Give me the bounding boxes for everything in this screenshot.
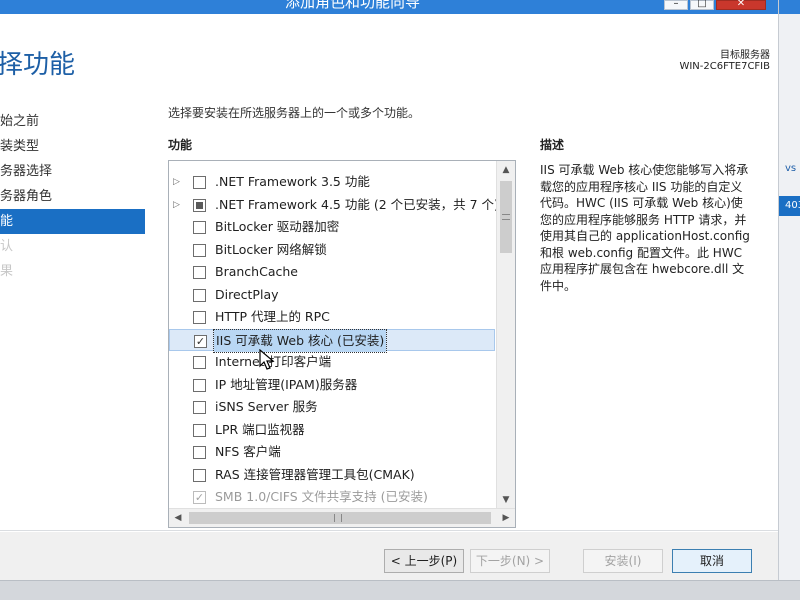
taskbar	[0, 580, 800, 600]
scroll-left-icon[interactable]: ◀	[169, 509, 187, 527]
feature-row[interactable]: ▷ .NET Framework 4.5 功能 (2 个已安装，共 7 个)	[169, 194, 499, 217]
description-heading: 描述	[540, 138, 565, 152]
feature-row[interactable]: ✓ SMB 1.0/CIFS 文件共享支持 (已安装)	[169, 486, 495, 509]
window-title: 添加角色和功能向导	[285, 0, 421, 11]
feature-checkbox[interactable]	[193, 288, 206, 302]
feature-label: RAS 连接管理器管理工具包(CMAK)	[215, 466, 415, 482]
feature-row[interactable]: LPR 端口监视器	[169, 419, 495, 442]
feature-checkbox[interactable]: ✓	[193, 491, 206, 504]
feature-checkbox[interactable]	[193, 356, 206, 369]
feature-row[interactable]: DirectPlay	[169, 284, 495, 307]
feature-label: BitLocker 网络解锁	[215, 241, 327, 257]
feature-label: .NET Framework 3.5 功能	[215, 174, 370, 189]
feature-label: NFS 客户端	[215, 444, 281, 459]
feature-row[interactable]: ✓ IIS 可承载 Web 核心 (已安装)	[169, 328, 495, 353]
feature-row[interactable]: NFS 客户端	[169, 441, 495, 464]
background-title-bar	[779, 0, 800, 14]
features-list[interactable]: ▷ .NET Framework 3.5 功能 ▷ .NET Framework 4.…	[168, 160, 516, 528]
feature-checkbox[interactable]: ✓	[194, 334, 207, 348]
feature-checkbox[interactable]	[193, 176, 206, 189]
title-bar[interactable]: 添加角色和功能向导 – □ ✕	[0, 0, 780, 14]
feature-checkbox[interactable]	[193, 243, 206, 257]
feature-label: SMB 1.0/CIFS 文件共享支持 (已安装)	[215, 489, 428, 504]
maximize-button[interactable]: □	[690, 0, 714, 10]
features-heading: 功能	[168, 138, 193, 152]
expand-arrow-icon[interactable]: ▷	[173, 194, 183, 217]
scroll-down-icon[interactable]: ▼	[497, 491, 515, 509]
feature-row[interactable]: IP 地址管理(IPAM)服务器	[169, 374, 495, 397]
feature-label: iSNS Server 服务	[215, 399, 318, 414]
nav-item-before-you-begin[interactable]: 始之前	[0, 109, 150, 134]
nav-item-results: 果	[0, 264, 14, 279]
feature-checkbox[interactable]	[193, 311, 206, 324]
expand-arrow-icon[interactable]: ▷	[173, 171, 183, 194]
feature-row[interactable]: iSNS Server 服务	[169, 396, 495, 419]
feature-checkbox[interactable]	[193, 221, 206, 234]
install-button[interactable]: 安装(I)	[583, 549, 663, 573]
close-button[interactable]: ✕	[716, 0, 766, 10]
horizontal-scrollbar[interactable]: ◀ ▶	[169, 508, 515, 527]
feature-checkbox[interactable]	[193, 423, 206, 437]
nav-item-server-selection[interactable]: 务器选择	[0, 159, 150, 184]
nav-item-confirmation: 认	[0, 239, 14, 254]
background-selected-row: 403	[779, 196, 800, 216]
scroll-up-icon[interactable]: ▲	[497, 161, 515, 179]
features-list-rows: ▷ .NET Framework 3.5 功能 ▷ .NET Framework 4.…	[169, 171, 499, 509]
background-link-text: vs	[785, 163, 797, 174]
scroll-right-icon[interactable]: ▶	[497, 509, 515, 527]
grip-icon	[502, 214, 510, 220]
nav-item-features[interactable]: 能	[0, 209, 145, 234]
feature-row[interactable]: BitLocker 驱动器加密	[169, 216, 495, 239]
page-title: 择功能	[0, 50, 76, 80]
vertical-scroll-thumb[interactable]	[500, 181, 512, 253]
wizard-window: 择功能 目标服务器 WIN-2C6FTE7CFIB 始之前 装类型 务器选择 务…	[0, 14, 778, 594]
feature-checkbox[interactable]	[193, 401, 206, 414]
minimize-button[interactable]: –	[664, 0, 688, 10]
feature-checkbox[interactable]	[193, 446, 206, 459]
vertical-scrollbar[interactable]: ▲ ▼	[496, 161, 515, 509]
feature-checkbox[interactable]	[193, 378, 206, 392]
instruction-text: 选择要安装在所选服务器上的一个或多个功能。	[168, 106, 421, 120]
next-button[interactable]: 下一步(N) >	[470, 549, 550, 573]
feature-checkbox[interactable]	[193, 468, 206, 482]
feature-label: IP 地址管理(IPAM)服务器	[215, 376, 358, 392]
destination-server-label: 目标服务器	[720, 50, 770, 61]
nav-item-installation-type[interactable]: 装类型	[0, 134, 150, 159]
feature-row[interactable]: BranchCache	[169, 261, 495, 284]
destination-server-name: WIN-2C6FTE7CFIB	[679, 61, 770, 72]
feature-label: DirectPlay	[215, 286, 279, 302]
feature-label: HTTP 代理上的 RPC	[215, 309, 330, 324]
feature-label: BitLocker 驱动器加密	[215, 219, 340, 234]
feature-label: LPR 端口监视器	[215, 421, 305, 437]
horizontal-scroll-thumb[interactable]	[189, 512, 491, 524]
feature-label: BranchCache	[215, 264, 298, 279]
feature-row[interactable]: BitLocker 网络解锁	[169, 239, 495, 262]
feature-label: IIS 可承载 Web 核心 (已安装)	[212, 328, 388, 353]
grip-icon	[334, 514, 342, 522]
mouse-pointer-icon	[259, 349, 275, 370]
feature-row[interactable]: RAS 连接管理器管理工具包(CMAK)	[169, 464, 495, 487]
background-window-edge: vs 403	[778, 0, 800, 600]
wizard-nav: 始之前 装类型 务器选择 务器角色 能 认 果	[0, 109, 150, 284]
feature-checkbox[interactable]	[193, 198, 206, 212]
nav-item-server-roles[interactable]: 务器角色	[0, 184, 150, 209]
feature-row[interactable]: HTTP 代理上的 RPC	[169, 306, 495, 329]
cancel-button[interactable]: 取消	[672, 549, 752, 573]
feature-label: .NET Framework 4.5 功能 (2 个已安装，共 7 个)	[215, 196, 499, 212]
feature-row[interactable]: ▷ .NET Framework 3.5 功能	[169, 171, 495, 194]
feature-checkbox[interactable]	[193, 266, 206, 279]
previous-button[interactable]: < 上一步(P)	[384, 549, 464, 573]
description-text: IIS 可承载 Web 核心使您能够写入将承载您的应用程序核心 IIS 功能的自…	[540, 163, 750, 293]
feature-row[interactable]: Internet 打印客户端	[169, 351, 495, 374]
screen: 添加角色和功能向导 – □ ✕ vs 403 择功能 目标服务器 WIN-2C6…	[0, 0, 800, 600]
footer-divider	[0, 530, 778, 531]
